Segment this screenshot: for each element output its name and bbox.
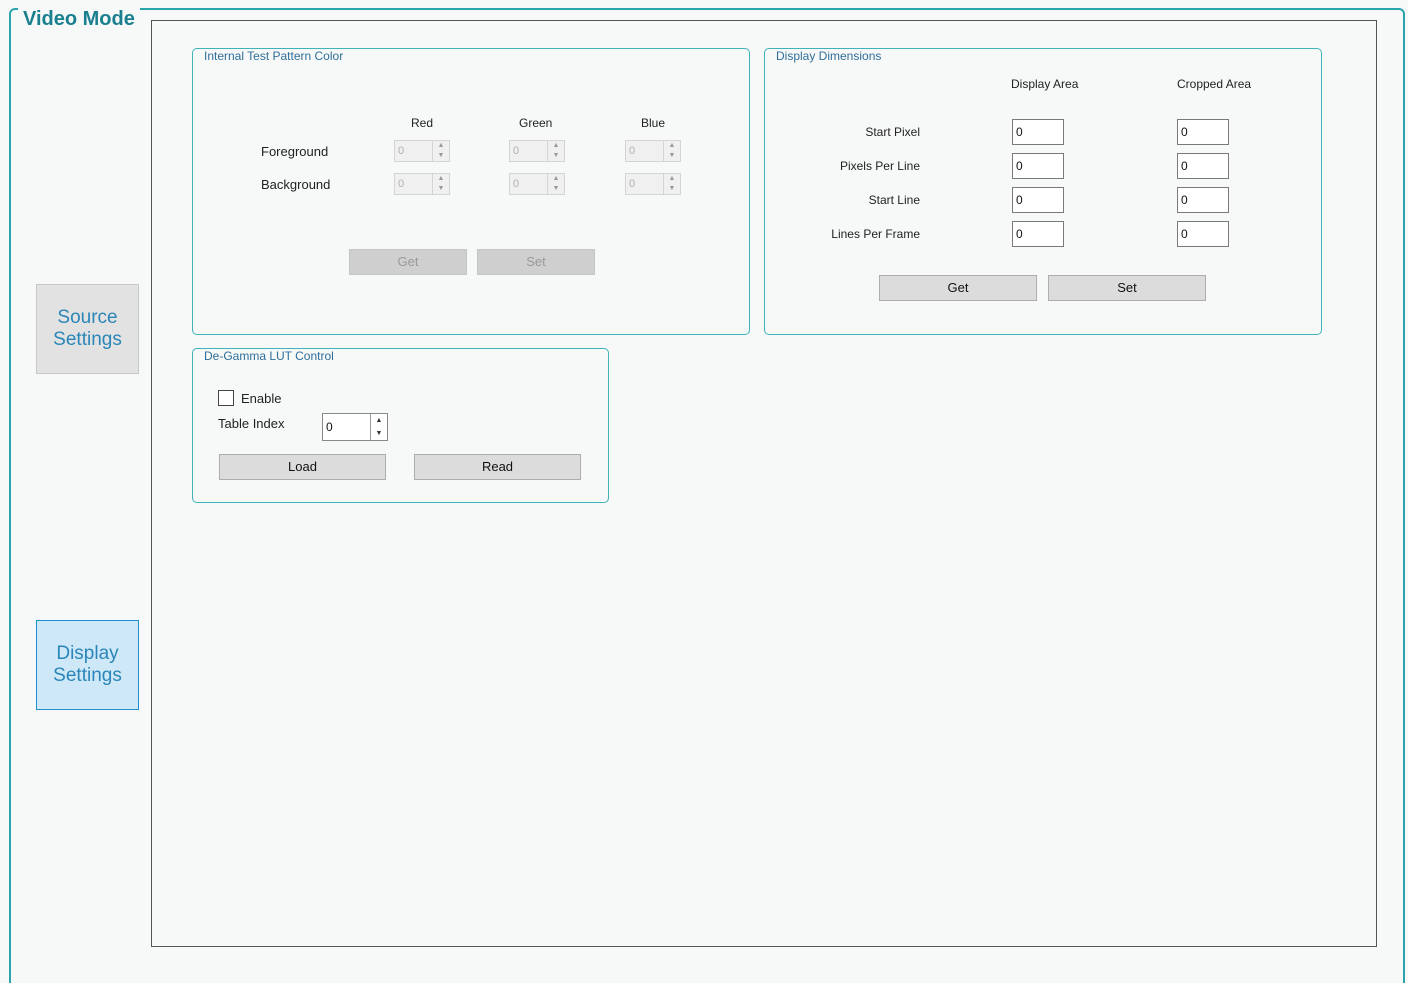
pixels-per-line-cropped-input[interactable]: 0 bbox=[1177, 153, 1229, 179]
spin-up-icon[interactable]: ▲ bbox=[433, 141, 449, 151]
column-header-display-area: Display Area bbox=[1011, 77, 1079, 91]
pattern-get-button[interactable]: Get bbox=[349, 249, 467, 275]
background-blue-value: 0 bbox=[629, 178, 636, 190]
lines-per-frame-cropped-input[interactable]: 0 bbox=[1177, 221, 1229, 247]
spin-down-icon[interactable]: ▼ bbox=[371, 427, 387, 440]
background-green-spinner[interactable]: 0 ▲ ▼ bbox=[509, 173, 565, 195]
lines-per-frame-label: Lines Per Frame bbox=[831, 227, 920, 241]
read-button[interactable]: Read bbox=[414, 454, 581, 480]
pixels-per-line-display-input[interactable]: 0 bbox=[1012, 153, 1064, 179]
source-settings-button[interactable]: Source Settings bbox=[36, 284, 139, 374]
spin-up-icon[interactable]: ▲ bbox=[548, 174, 564, 184]
spin-arrows-icon[interactable]: ▲ ▼ bbox=[547, 141, 564, 161]
pixels-per-line-label: Pixels Per Line bbox=[839, 159, 920, 173]
background-red-spinner[interactable]: 0 ▲ ▼ bbox=[394, 173, 450, 195]
foreground-red-value: 0 bbox=[398, 145, 405, 157]
display-settings-button[interactable]: Display Settings bbox=[36, 620, 139, 710]
spin-down-icon[interactable]: ▼ bbox=[433, 184, 449, 194]
enable-label: Enable bbox=[241, 391, 282, 406]
start-pixel-cropped-input[interactable]: 0 bbox=[1177, 119, 1229, 145]
page-title: Video Mode bbox=[18, 6, 140, 32]
start-line-label: Start Line bbox=[868, 193, 920, 207]
spin-down-icon[interactable]: ▼ bbox=[548, 184, 564, 194]
spin-arrows-icon[interactable]: ▲ ▼ bbox=[663, 141, 680, 161]
lines-per-frame-display-input[interactable]: 0 bbox=[1012, 221, 1064, 247]
background-red-value: 0 bbox=[398, 178, 405, 190]
column-header-green: Green bbox=[519, 116, 553, 130]
column-header-blue: Blue bbox=[641, 116, 666, 130]
load-button[interactable]: Load bbox=[219, 454, 386, 480]
foreground-green-value: 0 bbox=[513, 145, 520, 157]
spin-down-icon[interactable]: ▼ bbox=[664, 184, 680, 194]
spin-up-icon[interactable]: ▲ bbox=[664, 174, 680, 184]
table-index-value: 0 bbox=[326, 420, 333, 434]
spin-up-icon[interactable]: ▲ bbox=[433, 174, 449, 184]
foreground-green-spinner[interactable]: 0 ▲ ▼ bbox=[509, 140, 565, 162]
start-pixel-label: Start Pixel bbox=[865, 125, 920, 139]
spin-up-icon[interactable]: ▲ bbox=[371, 414, 387, 427]
background-blue-spinner[interactable]: 0 ▲ ▼ bbox=[625, 173, 681, 195]
display-dimensions-title: Display Dimensions bbox=[772, 49, 886, 63]
spin-up-icon[interactable]: ▲ bbox=[548, 141, 564, 151]
spin-arrows-icon[interactable]: ▲ ▼ bbox=[370, 414, 387, 440]
foreground-label: Foreground bbox=[261, 144, 329, 159]
start-line-display-input[interactable]: 0 bbox=[1012, 187, 1064, 213]
degamma-lut-title: De-Gamma LUT Control bbox=[200, 349, 338, 363]
spin-arrows-icon[interactable]: ▲ ▼ bbox=[547, 174, 564, 194]
background-green-value: 0 bbox=[513, 178, 520, 190]
spin-arrows-icon[interactable]: ▲ ▼ bbox=[432, 141, 449, 161]
start-pixel-display-input[interactable]: 0 bbox=[1012, 119, 1064, 145]
foreground-red-spinner[interactable]: 0 ▲ ▼ bbox=[394, 140, 450, 162]
internal-test-pattern-title: Internal Test Pattern Color bbox=[200, 49, 348, 63]
dimensions-get-button[interactable]: Get bbox=[879, 275, 1037, 301]
foreground-blue-spinner[interactable]: 0 ▲ ▼ bbox=[625, 140, 681, 162]
spin-arrows-icon[interactable]: ▲ ▼ bbox=[432, 174, 449, 194]
background-label: Background bbox=[261, 177, 331, 192]
spin-up-icon[interactable]: ▲ bbox=[664, 141, 680, 151]
column-header-red: Red bbox=[411, 116, 434, 130]
pattern-set-button[interactable]: Set bbox=[477, 249, 595, 275]
spin-arrows-icon[interactable]: ▲ ▼ bbox=[663, 174, 680, 194]
enable-checkbox[interactable] bbox=[218, 390, 234, 406]
spin-down-icon[interactable]: ▼ bbox=[433, 151, 449, 161]
spin-down-icon[interactable]: ▼ bbox=[664, 151, 680, 161]
table-index-spinner[interactable]: 0 ▲ ▼ bbox=[322, 413, 388, 441]
table-index-label: Table Index bbox=[218, 416, 285, 431]
column-header-cropped-area: Cropped Area bbox=[1177, 77, 1252, 91]
spin-down-icon[interactable]: ▼ bbox=[548, 151, 564, 161]
dimensions-set-button[interactable]: Set bbox=[1048, 275, 1206, 301]
start-line-cropped-input[interactable]: 0 bbox=[1177, 187, 1229, 213]
foreground-blue-value: 0 bbox=[629, 145, 636, 157]
